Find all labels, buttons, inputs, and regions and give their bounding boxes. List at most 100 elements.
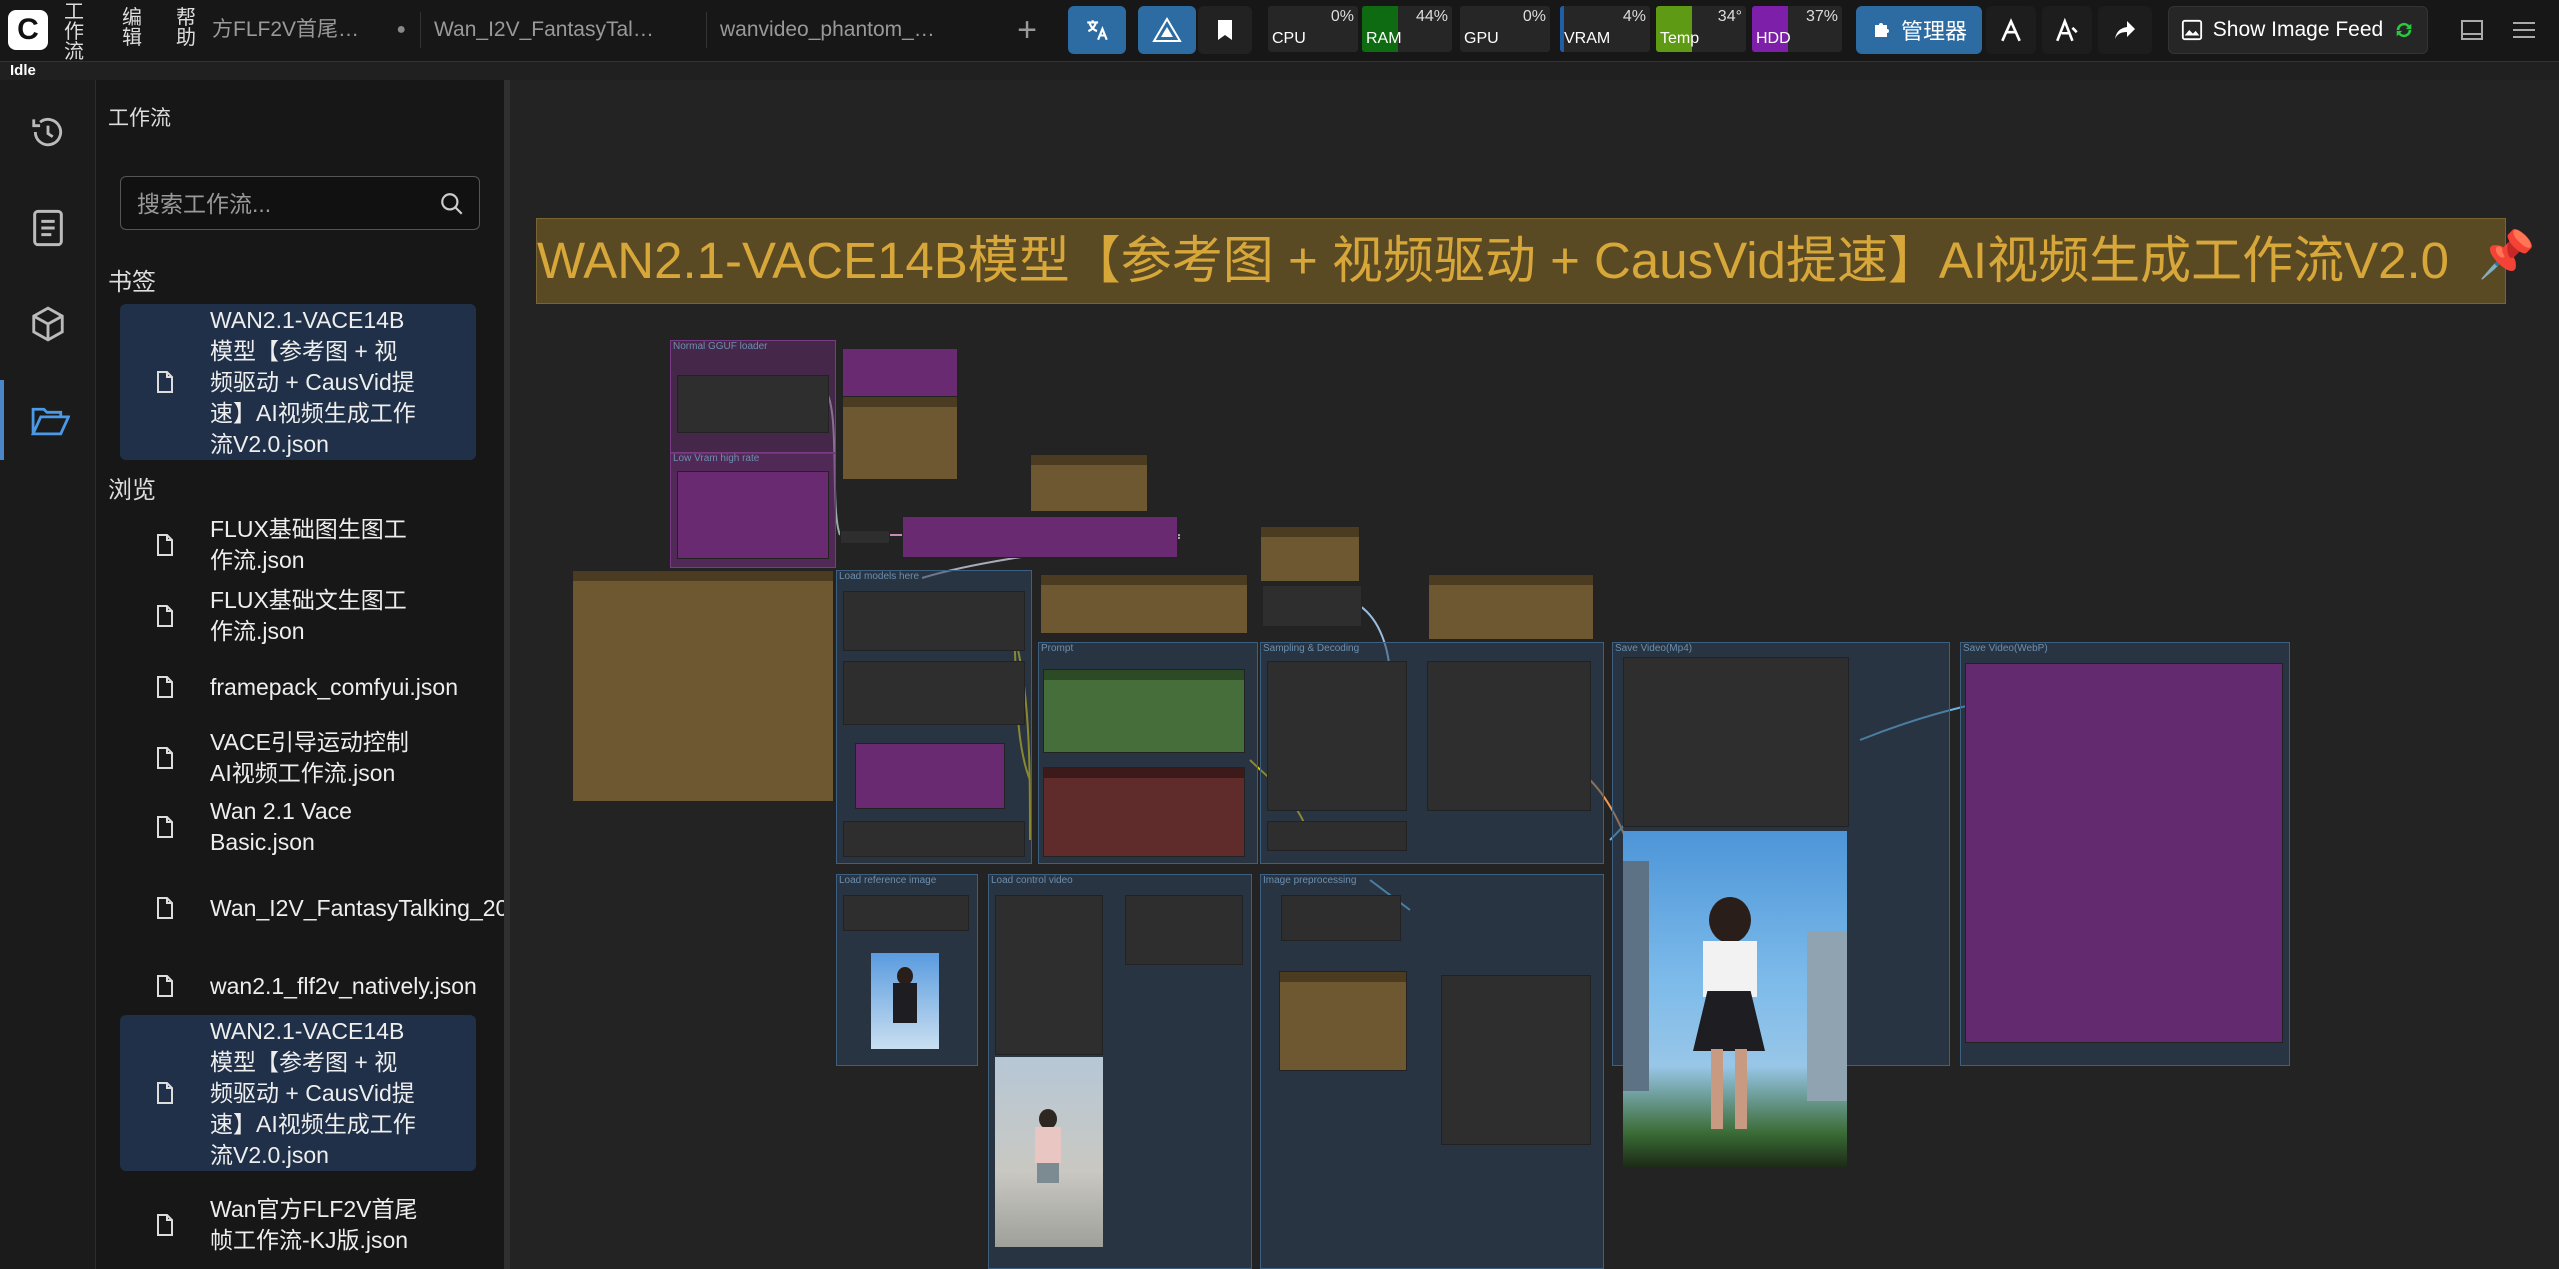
history-fork-button[interactable] xyxy=(2042,6,2092,54)
show-image-feed-button[interactable]: Show Image Feed xyxy=(2168,6,2428,54)
node[interactable] xyxy=(843,591,1025,651)
file-icon xyxy=(157,534,173,556)
group-label: Image preprocessing xyxy=(1263,875,1357,886)
image-icon xyxy=(2181,19,2202,41)
node[interactable] xyxy=(1281,895,1401,941)
group-label: Load reference image xyxy=(839,875,937,886)
group-image-preprocessing[interactable]: Image preprocessing xyxy=(1260,874,1604,1269)
group-load-reference-image[interactable]: Load reference image xyxy=(836,874,978,1066)
node[interactable] xyxy=(1441,975,1591,1145)
node[interactable] xyxy=(842,396,958,480)
manager-button[interactable]: 管理器 xyxy=(1856,6,1982,54)
node[interactable] xyxy=(1267,821,1407,851)
node[interactable] xyxy=(1030,454,1148,512)
monitor-cpu: CPU 0% xyxy=(1268,6,1358,52)
node[interactable] xyxy=(677,471,829,559)
group-prompt[interactable]: Prompt xyxy=(1038,642,1258,864)
workflow-item[interactable]: Wan 2.1 Vace Basic.json xyxy=(120,794,476,860)
group-save-video-mp4[interactable]: Save Video(Mp4) xyxy=(1612,642,1950,1167)
file-icon xyxy=(157,747,173,769)
bookmark-item[interactable]: WAN2.1-VACE14B模型【参考图 + 视频驱动 + CausVid提速】… xyxy=(120,304,476,460)
group-label: Load control video xyxy=(991,875,1073,886)
group-load-control-video[interactable]: Load control video xyxy=(988,874,1252,1269)
translate-button[interactable] xyxy=(1068,6,1126,54)
node[interactable] xyxy=(995,895,1103,1055)
reroute-node[interactable] xyxy=(840,530,890,544)
workflow-item[interactable]: wan2.1_flf2v_natively.json xyxy=(120,953,477,1019)
node[interactable] xyxy=(843,821,1025,857)
meter-value: 4% xyxy=(1622,8,1646,25)
monitor-temp: Temp 34° xyxy=(1656,6,1746,52)
tab-1[interactable]: 方FLF2V首尾… ● xyxy=(198,0,420,60)
model-library-tab[interactable] xyxy=(0,284,96,364)
workflow-item-selected[interactable]: WAN2.1-VACE14B模型【参考图 + 视频驱动 + CausVid提速】… xyxy=(120,1015,476,1171)
meter-label: RAM xyxy=(1366,30,1402,47)
search-icon[interactable] xyxy=(439,191,465,217)
group-low-vram[interactable]: Low Vram high rate xyxy=(670,452,836,568)
node[interactable] xyxy=(1040,574,1248,634)
history-tab[interactable] xyxy=(0,92,96,172)
node[interactable] xyxy=(1262,585,1362,627)
folder-open-icon xyxy=(30,407,70,436)
negative-prompt-node[interactable] xyxy=(1043,767,1245,857)
model-icon-button[interactable] xyxy=(1138,6,1196,54)
share-button[interactable] xyxy=(2098,6,2152,54)
rollback-button[interactable] xyxy=(1986,6,2036,54)
bookmark-name: WAN2.1-VACE14B模型【参考图 + 视频驱动 + CausVid提速】… xyxy=(210,306,416,457)
workflow-item[interactable]: FLUX基础文生图工作流.json xyxy=(120,583,476,649)
menu-edit[interactable]: 编 辑 xyxy=(118,8,146,48)
group-label: Prompt xyxy=(1041,643,1074,654)
group-load-models[interactable]: Load models here xyxy=(836,570,1032,864)
menu-help[interactable]: 帮 助 xyxy=(172,8,200,48)
search-input[interactable] xyxy=(137,189,437,219)
bookmark-icon xyxy=(1218,20,1232,40)
decode-node[interactable] xyxy=(1427,661,1591,811)
tab-label: Wan_I2V_FantasyTal… xyxy=(434,18,654,41)
note-node[interactable] xyxy=(572,570,834,802)
monitor-vram: VRAM 4% xyxy=(1560,6,1650,52)
file-icon xyxy=(157,897,173,919)
workflow-name: Wan_I2V_FantasyTalking_20250429.json xyxy=(210,894,634,921)
node[interactable] xyxy=(842,348,958,398)
tab-3[interactable]: wanvideo_phantom_… xyxy=(706,0,996,60)
node[interactable] xyxy=(855,743,1005,809)
queue-tab[interactable] xyxy=(0,188,96,268)
tab-2[interactable]: Wan_I2V_FantasyTal… xyxy=(420,0,700,60)
group-sampling-decoding[interactable]: Sampling & Decoding xyxy=(1260,642,1604,864)
node[interactable] xyxy=(1260,526,1360,582)
node[interactable] xyxy=(902,516,1178,558)
node[interactable] xyxy=(677,375,829,433)
image-feed-label: Show Image Feed xyxy=(2212,18,2384,41)
group-save-video-webp[interactable]: Save Video(WebP) xyxy=(1960,642,2290,1066)
group-normal-gguf-loader[interactable]: Normal GGUF loader xyxy=(670,340,836,454)
search-box[interactable] xyxy=(120,176,480,230)
file-icon xyxy=(157,605,173,627)
bookmark-button[interactable] xyxy=(1198,6,1252,54)
reference-thumbnail[interactable] xyxy=(871,953,939,1049)
node[interactable] xyxy=(1279,971,1407,1071)
node[interactable] xyxy=(1428,574,1594,640)
control-video-thumbnail[interactable] xyxy=(995,1057,1103,1247)
node[interactable] xyxy=(1125,895,1243,965)
workflows-tab[interactable] xyxy=(0,380,96,460)
node[interactable] xyxy=(843,661,1025,725)
workflow-item[interactable]: Wan官方FLF2V首尾帧工作流-KJ版.json xyxy=(120,1178,476,1269)
video-combine-node[interactable] xyxy=(1623,657,1849,827)
positive-prompt-node[interactable] xyxy=(1043,669,1245,753)
workflow-item[interactable]: framepack_comfyui.json xyxy=(120,654,476,720)
video-preview-image[interactable] xyxy=(1623,831,1847,1167)
new-tab-plus-icon[interactable]: + xyxy=(1006,6,1048,54)
comfy-logo[interactable]: C xyxy=(8,10,48,50)
sampler-node[interactable] xyxy=(1267,661,1407,811)
translate-icon xyxy=(1087,20,1108,41)
node[interactable] xyxy=(1965,663,2283,1043)
workflow-item[interactable]: VACE引导运动控制AI视频工作流.json xyxy=(120,725,476,791)
workflow-item[interactable]: Wan_I2V_FantasyTalking_20250429.json xyxy=(120,860,634,956)
node-graph-canvas[interactable]: WAN2.1-VACE14B模型【参考图 + 视频驱动 + CausVid提速】… xyxy=(510,80,2559,1269)
hamburger-menu-button[interactable] xyxy=(2500,6,2548,54)
node[interactable] xyxy=(843,895,969,931)
toggle-panel-button[interactable] xyxy=(2448,6,2496,54)
menu-workflow[interactable]: 工 作 流 xyxy=(60,2,88,62)
workflow-item[interactable]: FLUX基础图生图工作流.json xyxy=(120,512,476,578)
manager-label: 管理器 xyxy=(1900,19,1967,44)
